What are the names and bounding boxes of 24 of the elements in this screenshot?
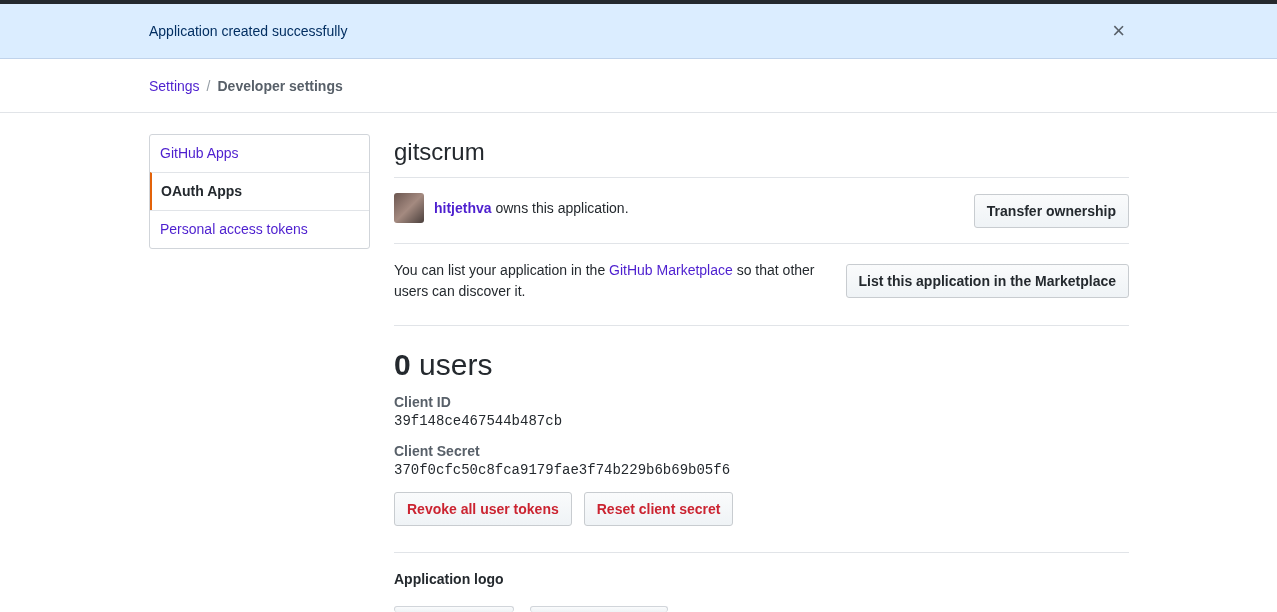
sidebar-item[interactable]: GitHub Apps xyxy=(150,135,369,172)
flash-message: Application created successfully xyxy=(149,23,349,39)
danger-button[interactable]: Reset client secret xyxy=(583,492,734,526)
field-label: Client Secret xyxy=(394,443,481,459)
field-label: Client ID xyxy=(394,394,452,410)
field-value: 370f0cfc50c8fca9179fae3f74b229b6b69b05f6 xyxy=(394,462,732,478)
section-heading: Application logo xyxy=(394,571,505,587)
danger-button[interactable]: Revoke all user tokens xyxy=(394,492,572,526)
owner-text: hitjethva owns this application. xyxy=(434,200,629,216)
breadcrumb-current: Developer settings xyxy=(217,77,343,94)
sidebar-item[interactable]: OAuth Apps xyxy=(150,172,369,210)
close-button[interactable]: × xyxy=(1108,20,1129,42)
breadcrumb-link[interactable]: Settings xyxy=(149,77,200,94)
sidebar-item[interactable]: Personal access tokens xyxy=(150,210,369,248)
owner-link[interactable]: hitjethva xyxy=(434,200,492,216)
users-count: 0 users xyxy=(394,348,494,382)
breadcrumb-separator: / xyxy=(206,77,211,94)
marketplace-link[interactable]: GitHub Marketplace xyxy=(609,262,733,278)
app-title: gitscrum xyxy=(394,134,1129,178)
list-marketplace-button[interactable]: List this application in the Marketplace xyxy=(845,264,1129,298)
marketplace-text: You can list your application in the GitHub Marketplace so that other users can discover it. xyxy=(394,261,816,301)
field-value: 39f148ce467544b487cb xyxy=(394,413,564,429)
avatar xyxy=(394,193,424,223)
transfer-ownership-button[interactable]: Transfer ownership xyxy=(973,194,1129,228)
